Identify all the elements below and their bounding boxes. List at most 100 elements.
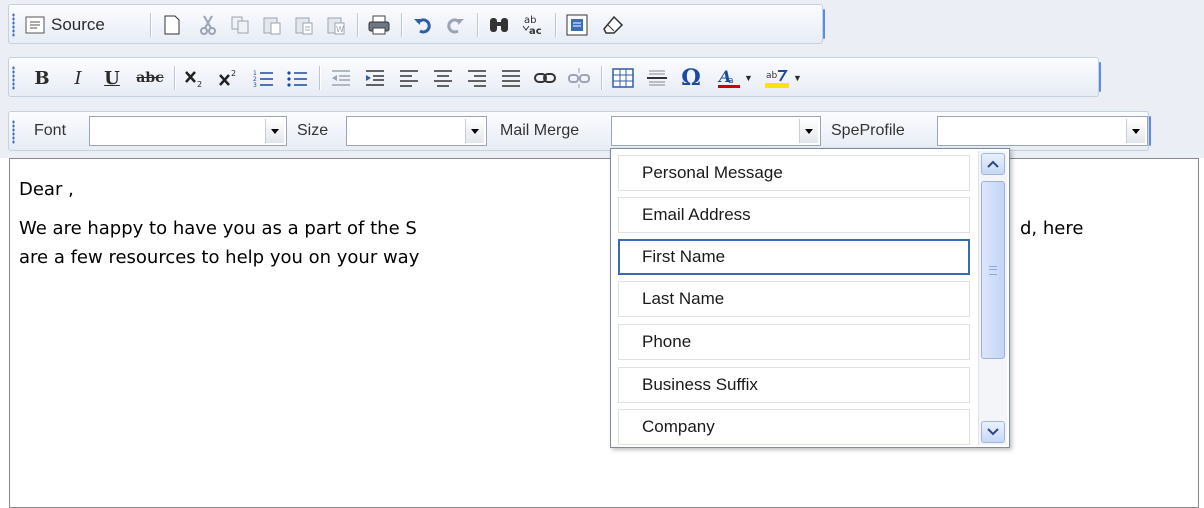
- align-left-icon: [398, 68, 420, 88]
- align-right-button[interactable]: [463, 64, 491, 92]
- svg-text:W: W: [336, 25, 344, 34]
- toolbar-separator: [477, 13, 478, 37]
- strikethrough-button[interactable]: abc: [133, 64, 167, 92]
- subscript-button[interactable]: 2: [181, 64, 209, 92]
- chevron-up-icon: [987, 155, 999, 173]
- svg-text:ab: ab: [766, 71, 778, 81]
- chevron-down-icon: [987, 423, 999, 441]
- mail-merge-combo[interactable]: [611, 116, 821, 146]
- numbered-list-icon: 123: [252, 68, 274, 88]
- new-page-button[interactable]: [159, 11, 185, 39]
- print-button[interactable]: [365, 11, 393, 39]
- toolbar-separator: [357, 13, 358, 37]
- source-button[interactable]: Source: [25, 11, 143, 39]
- indent-button[interactable]: [361, 64, 389, 92]
- toolbar-separator: [174, 66, 175, 90]
- undo-button[interactable]: [409, 11, 435, 39]
- chevron-down-icon[interactable]: [265, 119, 284, 143]
- table-button[interactable]: [609, 64, 637, 92]
- justify-button[interactable]: [497, 64, 525, 92]
- redo-button[interactable]: [443, 11, 469, 39]
- bold-button[interactable]: B: [29, 64, 55, 92]
- find-button[interactable]: [485, 11, 513, 39]
- cut-button[interactable]: [195, 11, 221, 39]
- find-icon: [488, 15, 510, 35]
- chevron-down-icon[interactable]: [799, 119, 818, 143]
- list-item[interactable]: Personal Message: [618, 155, 970, 191]
- editor-body[interactable]: Dear , We are happy to have you as a par…: [9, 158, 1199, 508]
- horizontal-rule-button[interactable]: [643, 64, 671, 92]
- unlink-button[interactable]: [565, 64, 593, 92]
- italic-icon: I: [74, 67, 82, 89]
- scroll-up-button[interactable]: [981, 153, 1005, 175]
- strikethrough-icon: abc: [136, 70, 164, 86]
- scrollbar-thumb[interactable]: [981, 181, 1005, 359]
- replace-button[interactable]: ab ac: [519, 11, 547, 39]
- list-item[interactable]: Business Suffix: [618, 367, 970, 403]
- toolbar-grip[interactable]: [12, 66, 15, 90]
- svg-text:2: 2: [231, 69, 236, 78]
- toolbar-grip[interactable]: [12, 13, 15, 37]
- paste-word-button[interactable]: W: [323, 11, 349, 39]
- copy-button[interactable]: [227, 11, 253, 39]
- outdent-button[interactable]: [327, 64, 355, 92]
- underline-icon: U: [104, 67, 120, 89]
- replace-icon: ab ac: [521, 14, 545, 36]
- bg-color-button[interactable]: ab ▼: [761, 64, 805, 92]
- numbered-list-button[interactable]: 123: [249, 64, 277, 92]
- paste-icon: [262, 15, 282, 35]
- mail-merge-dropdown-list[interactable]: Personal Message Email Address First Nam…: [610, 148, 1010, 448]
- bulleted-list-button[interactable]: [283, 64, 311, 92]
- superscript-icon: 2: [218, 68, 240, 88]
- editor-paragraph-text: We are happy to have you as a part of th…: [19, 218, 417, 239]
- chevron-down-icon[interactable]: [1126, 119, 1145, 143]
- align-center-button[interactable]: [429, 64, 457, 92]
- remove-format-icon: [602, 15, 624, 35]
- bold-icon: B: [34, 67, 50, 89]
- toolbar-separator: [401, 13, 402, 37]
- justify-icon: [500, 68, 522, 88]
- editor-paragraph-line-2: are a few resources to help you on your …: [19, 247, 420, 268]
- align-center-icon: [432, 68, 454, 88]
- list-item-selected[interactable]: First Name: [618, 239, 970, 275]
- list-item[interactable]: Phone: [618, 324, 970, 360]
- toolbar-separator: [555, 13, 556, 37]
- dropdown-scrollbar[interactable]: [978, 151, 1007, 445]
- special-char-button[interactable]: Ω: [677, 64, 705, 92]
- remove-format-button[interactable]: [599, 11, 627, 39]
- underline-button[interactable]: U: [99, 64, 125, 92]
- indent-icon: [364, 68, 386, 88]
- align-left-button[interactable]: [395, 64, 423, 92]
- toolbar-separator: [601, 66, 602, 90]
- text-color-button[interactable]: Aa ▼: [713, 64, 757, 92]
- font-combo[interactable]: [89, 116, 287, 146]
- select-all-button[interactable]: [563, 11, 591, 39]
- bulleted-list-icon: [286, 68, 308, 88]
- paste-button[interactable]: [259, 11, 285, 39]
- toolbar-separator: [150, 13, 151, 37]
- list-item[interactable]: Company: [618, 409, 970, 445]
- paste-word-icon: W: [326, 15, 346, 35]
- cut-icon: [199, 15, 217, 35]
- italic-button[interactable]: I: [65, 64, 91, 92]
- scroll-down-button[interactable]: [981, 421, 1005, 443]
- superscript-button[interactable]: 2: [215, 64, 243, 92]
- unlink-icon: [568, 67, 590, 89]
- list-item[interactable]: Email Address: [618, 197, 970, 233]
- toolbar-row-2: B I U abc 2 2 123 Ω A a ▼ ab ▼: [8, 57, 1101, 97]
- link-icon: [534, 71, 556, 85]
- paste-text-button[interactable]: [291, 11, 317, 39]
- size-combo[interactable]: [346, 116, 487, 146]
- chevron-down-icon[interactable]: [465, 119, 484, 143]
- svg-text:3: 3: [253, 82, 257, 88]
- source-icon: [25, 16, 45, 34]
- list-item[interactable]: Last Name: [618, 281, 970, 317]
- font-label: Font: [34, 122, 67, 139]
- speprofile-combo[interactable]: [937, 116, 1148, 146]
- link-button[interactable]: [531, 64, 559, 92]
- toolbar-row-1: Source W ab ac: [8, 4, 825, 44]
- source-label: Source: [51, 15, 105, 34]
- toolbar-row-3: Font Size Mail Merge SpeProfile: [8, 111, 1151, 151]
- toolbar-grip[interactable]: [12, 120, 15, 144]
- copy-icon: [230, 15, 250, 35]
